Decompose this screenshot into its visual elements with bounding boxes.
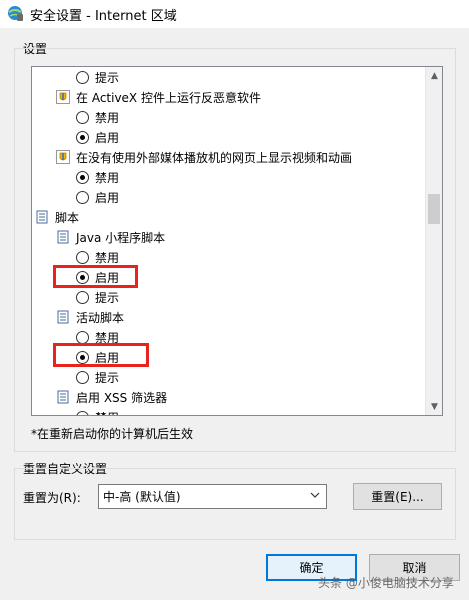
- list-item[interactable]: 禁用: [76, 167, 119, 187]
- setting-label: Java 小程序脚本: [76, 230, 166, 245]
- radio-prompt[interactable]: [76, 290, 89, 304]
- radio-disable[interactable]: [76, 330, 89, 344]
- script-setting-icon: [57, 230, 69, 244]
- radio-disable[interactable]: [76, 170, 89, 184]
- watermark-text: 头条 @小俊电脑技术分享: [318, 576, 454, 590]
- radio-disable[interactable]: [76, 410, 89, 415]
- shield-setting-icon: [56, 90, 70, 104]
- radio-label: 禁用: [95, 110, 120, 125]
- scroll-down-icon[interactable]: ▼: [426, 398, 442, 415]
- radio-prompt[interactable]: [76, 370, 89, 384]
- list-item[interactable]: 提示: [76, 287, 119, 307]
- internet-globe-icon: [8, 6, 23, 21]
- scroll-up-icon[interactable]: ▲: [426, 67, 442, 84]
- list-item[interactable]: 启用: [76, 127, 119, 147]
- chevron-down-icon: [310, 492, 320, 498]
- scrollbar-thumb[interactable]: [428, 194, 440, 224]
- category-label: 脚本: [55, 210, 80, 225]
- radio-label: 禁用: [95, 250, 120, 265]
- restart-note: *在重新启动你的计算机后生效: [31, 427, 194, 441]
- reset-button-label: 重置(E)...: [371, 490, 424, 504]
- script-setting-icon: [57, 310, 69, 324]
- reset-level-select[interactable]: 中-高 (默认值): [98, 484, 327, 509]
- list-item: 在 ActiveX 控件上运行反恶意软件: [56, 87, 261, 107]
- setting-label: 在没有使用外部媒体播放机的网页上显示视频和动画: [76, 150, 353, 165]
- script-category-icon: [36, 210, 48, 224]
- list-item[interactable]: 禁用: [76, 407, 119, 416]
- list-item: 活动脚本: [56, 307, 124, 327]
- setting-label: 在 ActiveX 控件上运行反恶意软件: [76, 90, 261, 105]
- list-item: Java 小程序脚本: [56, 227, 165, 247]
- radio-enable[interactable]: [76, 190, 89, 204]
- reset-to-label: 重置为(R):: [23, 491, 81, 505]
- radio-label: 提示: [95, 70, 120, 85]
- list-scrollbar[interactable]: ▲ ▼: [425, 67, 442, 415]
- title-bar: 安全设置 - Internet 区域: [0, 0, 469, 28]
- reset-level-value: 中-高 (默认值): [103, 490, 181, 504]
- radio-prompt[interactable]: [76, 70, 89, 84]
- list-item[interactable]: 启用: [76, 187, 119, 207]
- shield-setting-icon: [56, 150, 70, 164]
- setting-label: 启用 XSS 筛选器: [76, 390, 168, 405]
- radio-label: 启用: [95, 190, 120, 205]
- window-title: 安全设置 - Internet 区域: [30, 9, 177, 24]
- list-item[interactable]: 提示: [76, 367, 119, 387]
- setting-label: 活动脚本: [76, 310, 125, 325]
- list-item[interactable]: 禁用: [76, 107, 119, 127]
- radio-label: 禁用: [95, 170, 120, 185]
- script-setting-icon: [57, 390, 69, 404]
- radio-label: 提示: [95, 290, 120, 305]
- list-item[interactable]: 提示: [76, 67, 119, 87]
- highlight-box: [53, 343, 149, 367]
- radio-label: 提示: [95, 370, 120, 385]
- list-item: 脚本: [35, 207, 79, 227]
- radio-label: 禁用: [95, 409, 119, 416]
- radio-enable[interactable]: [76, 130, 89, 144]
- radio-disable[interactable]: [76, 110, 89, 124]
- list-item[interactable]: 禁用: [76, 247, 119, 267]
- reset-button[interactable]: 重置(E)...: [353, 483, 442, 510]
- list-item: 启用 XSS 筛选器: [56, 387, 167, 407]
- highlight-box: [53, 265, 138, 288]
- radio-disable[interactable]: [76, 250, 89, 264]
- list-item: 在没有使用外部媒体播放机的网页上显示视频和动画: [56, 147, 352, 167]
- radio-label: 启用: [95, 130, 120, 145]
